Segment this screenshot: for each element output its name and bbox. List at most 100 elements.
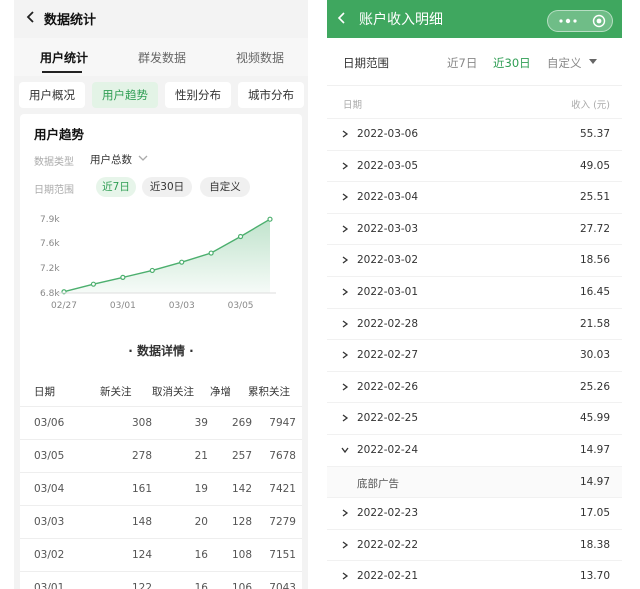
income-amount: 13.70 [579,570,610,583]
income-row[interactable]: 2022-03-03 27.72 [327,212,622,245]
income-row[interactable]: 2022-02-28 21.58 [327,307,622,340]
income-page-title: 账户收入明细 [359,12,443,28]
x-tick-label: 03/03 [169,301,195,311]
trend-card-title: 用户趋势 [34,127,85,142]
range-custom[interactable]: 自定义 [547,55,582,71]
x-tick-label: 03/01 [110,301,136,311]
chevron-right-icon[interactable] [341,193,349,201]
col-new-follows: 新关注 [100,386,132,398]
income-detail-amount: 14.97 [579,475,610,488]
income-amount: 16.45 [579,286,610,298]
table-cell: 278 [131,450,152,462]
range-last-30-days[interactable]: 近30日 [493,55,531,71]
income-date: 2022-02-22 [357,538,419,551]
income-amount: 49.05 [579,159,610,172]
tab-video-data[interactable]: 视频数据 [236,49,284,66]
tab-user-stats[interactable]: 用户统计 [40,49,88,66]
data-type-select[interactable]: 用户总数 [90,152,132,167]
subtab-city-distribution[interactable]: 城市分布 [238,82,304,108]
subtab-gender-distribution[interactable]: 性别分布 [165,82,231,108]
income-row[interactable]: 2022-02-21 13.70 [327,560,622,589]
range-last-7-days[interactable]: 近7日 [447,55,477,71]
subtab-row: 用户概况 用户趋势 性别分布 城市分布 [14,80,308,110]
income-row[interactable]: 2022-03-01 16.45 [327,276,622,308]
income-row[interactable]: 2022-02-25 45.99 [327,402,622,434]
table-cell: 03/02 [34,549,65,561]
chevron-right-icon[interactable] [341,256,349,264]
income-date: 2022-02-21 [357,570,419,583]
income-date: 2022-02-25 [357,412,419,425]
tab-broadcast-data[interactable]: 群发数据 [138,49,186,66]
income-date: 2022-03-03 [357,222,419,235]
chip-last-7-days[interactable]: 近7日 [96,177,136,197]
subtab-user-overview[interactable]: 用户概况 [19,82,85,108]
table-row: 03/03 148 20 128 7279 [20,505,302,538]
table-cell: 03/06 [34,417,65,429]
table-row: 03/01 122 16 106 7043 [20,571,302,589]
table-cell: 16 [194,549,208,561]
chevron-right-icon[interactable] [341,288,349,296]
data-type-label: 数据类型 [34,157,74,168]
table-row: 03/02 124 16 108 7151 [20,538,302,571]
x-tick-label: 02/27 [51,301,77,311]
chip-last-30-days[interactable]: 近30日 [142,177,192,197]
income-row[interactable]: 2022-02-26 25.26 [327,370,622,403]
trend-card: 用户趋势 数据类型 用户总数 日期范围 近7日 近30日 自定义 7.9k 7.6… [20,114,302,589]
back-arrow-icon[interactable] [336,12,348,24]
table-cell: 257 [231,450,252,462]
col-date: 日期 [343,100,363,111]
table-cell: 03/03 [34,516,65,528]
col-net-growth: 净增 [210,386,231,398]
income-amount: 25.26 [579,380,610,393]
y-tick-label: 6.8k [40,289,60,299]
income-row[interactable]: 2022-03-05 49.05 [327,149,622,182]
income-date: 2022-03-05 [357,159,419,172]
more-dots-icon[interactable] [558,16,578,26]
chevron-right-icon[interactable] [341,572,349,580]
income-amount: 21.58 [579,317,610,330]
income-row[interactable]: 2022-03-02 18.56 [327,244,622,276]
income-amount: 17.05 [579,507,610,520]
table-cell: 03/01 [34,582,65,589]
subtab-user-trend[interactable]: 用户趋势 [92,82,158,108]
active-tab-underline [42,71,82,73]
table-cell: 308 [131,417,152,429]
income-amount: 14.97 [579,444,610,456]
chevron-down-icon[interactable] [341,446,349,454]
chip-custom[interactable]: 自定义 [200,177,250,197]
income-row[interactable]: 2022-03-06 55.37 [327,118,622,150]
income-row[interactable]: 2022-02-23 17.05 [327,497,622,529]
chevron-down-icon[interactable] [138,153,148,163]
income-row[interactable]: 2022-02-24 14.97 [327,434,622,466]
stats-tabs: 用户统计 群发数据 视频数据 [14,38,308,76]
chevron-right-icon[interactable] [341,225,349,233]
chevron-right-icon[interactable] [341,509,349,517]
close-target-icon[interactable] [592,14,606,28]
chevron-right-icon[interactable] [341,130,349,138]
income-row[interactable]: 2022-03-04 25.51 [327,181,622,213]
table-cell: 124 [131,549,152,561]
chevron-right-icon[interactable] [341,320,349,328]
back-arrow-icon[interactable] [24,10,38,24]
table-cell: 39 [194,417,208,429]
income-date: 2022-03-06 [357,128,419,140]
chevron-right-icon[interactable] [341,541,349,549]
income-row[interactable]: 2022-02-22 18.38 [327,528,622,561]
table-cell: 21 [194,450,208,462]
page-title: 数据统计 [44,13,97,28]
income-title-bar: 账户收入明细 [327,0,622,38]
table-header: 日期 新关注 取消关注 净增 累积关注 [20,384,302,404]
table-cell: 20 [194,516,208,528]
chevron-right-icon[interactable] [341,351,349,359]
trend-point [179,259,185,265]
table-row: 03/06 308 39 269 7947 [20,406,302,439]
income-row[interactable]: 2022-02-27 30.03 [327,339,622,371]
table-cell: 19 [194,483,208,495]
chevron-right-icon[interactable] [341,162,349,170]
table-cell: 16 [194,582,208,589]
chevron-right-icon[interactable] [341,414,349,422]
income-amount: 18.38 [579,538,610,551]
table-cell: 108 [231,549,252,561]
triangle-down-icon[interactable] [589,59,597,65]
chevron-right-icon[interactable] [341,383,349,391]
